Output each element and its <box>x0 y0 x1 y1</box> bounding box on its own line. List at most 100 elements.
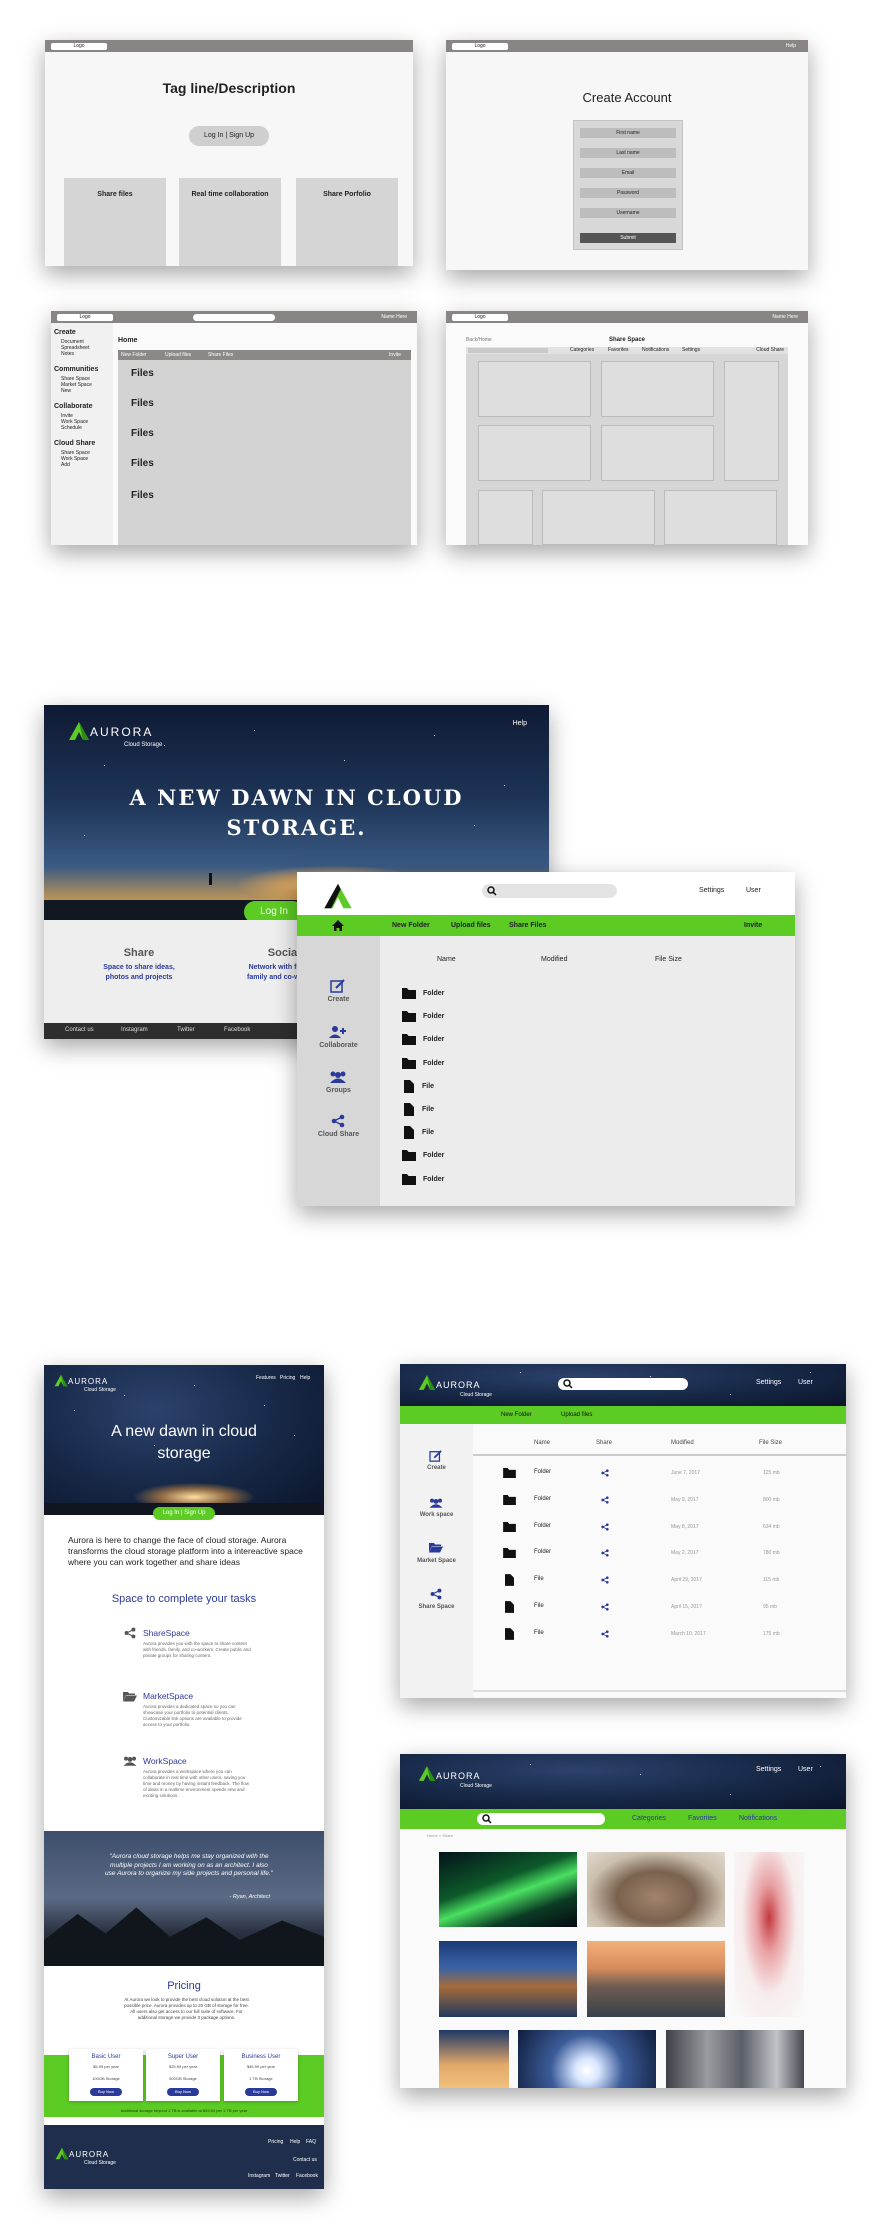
search-input[interactable] <box>558 1378 688 1390</box>
first-name-field[interactable]: First name <box>580 128 676 138</box>
user-link[interactable]: User <box>746 887 761 894</box>
logo[interactable]: Logo <box>51 43 107 50</box>
photo-sunset[interactable] <box>439 2030 509 2088</box>
sidebar-item-market-space[interactable]: Market Space <box>400 1558 473 1564</box>
tab-settings[interactable]: Settings <box>682 347 700 353</box>
column-header[interactable]: Modified <box>671 1440 694 1446</box>
sidebar-item[interactable]: Add <box>61 462 70 468</box>
file-item[interactable]: Files <box>131 368 154 379</box>
add-user-icon[interactable] <box>329 1025 347 1039</box>
sidebar-heading-communities[interactable]: Communities <box>54 366 98 373</box>
sidebar-item[interactable]: Notes <box>61 351 74 357</box>
table-row[interactable]: Folder June 7, 2017 125 mb <box>473 1467 846 1481</box>
footer-link[interactable]: Contact us <box>65 1027 94 1033</box>
username-field[interactable]: Username <box>580 208 676 218</box>
sidebar-item-groups[interactable]: Groups <box>297 1087 380 1094</box>
image-placeholder[interactable] <box>542 490 655 545</box>
column-header[interactable]: File Size <box>759 1440 782 1446</box>
image-placeholder[interactable] <box>664 490 777 545</box>
search-input[interactable] <box>468 348 548 353</box>
footer-link[interactable]: Twitter <box>177 1027 195 1033</box>
logo[interactable]: Logo <box>452 43 508 50</box>
share-icon[interactable] <box>601 1603 609 1611</box>
folder-open-icon[interactable] <box>429 1542 443 1553</box>
image-placeholder[interactable] <box>478 490 533 545</box>
sidebar-item-create[interactable]: Create <box>297 996 380 1003</box>
image-placeholder[interactable] <box>724 361 779 481</box>
photo-light-orb[interactable] <box>518 2030 656 2088</box>
file-item[interactable]: Files <box>131 490 154 501</box>
tab-notifications[interactable]: Notifications <box>739 1815 777 1822</box>
tab-notifications[interactable]: Notifications <box>642 347 669 353</box>
invite-button[interactable]: Invite <box>744 922 762 929</box>
upload-files-button[interactable]: Upload files <box>451 922 491 929</box>
share-icon[interactable] <box>331 1114 345 1128</box>
password-field[interactable]: Password <box>580 188 676 198</box>
email-field[interactable]: Email <box>580 168 676 178</box>
photo-castle[interactable] <box>587 1941 725 2017</box>
table-row[interactable]: Folder May 9, 2017 800 mb <box>473 1494 846 1508</box>
share-icon[interactable] <box>601 1549 609 1557</box>
login-button[interactable]: Log In | Sign Up <box>189 126 269 146</box>
social-link[interactable]: Facebook <box>296 2173 318 2179</box>
groups-icon[interactable] <box>428 1497 444 1509</box>
column-header[interactable]: File Size <box>655 956 682 963</box>
tab-categories[interactable]: Categories <box>570 347 594 353</box>
photo-aurora[interactable] <box>439 1852 577 1927</box>
user-link[interactable]: User <box>798 1379 813 1386</box>
cloud-share-link[interactable]: Cloud Share <box>756 347 784 353</box>
image-placeholder[interactable] <box>601 361 714 417</box>
sidebar-item-create[interactable]: Create <box>400 1465 473 1471</box>
table-row[interactable]: File <box>380 1079 795 1094</box>
share-icon[interactable] <box>601 1496 609 1504</box>
aurora-logo-icon[interactable] <box>418 1765 436 1782</box>
share-files-button[interactable]: Share Files <box>208 352 233 358</box>
column-header[interactable]: Share <box>596 1440 612 1446</box>
table-row[interactable]: File April 15, 2017 95 mb <box>473 1601 846 1615</box>
table-row[interactable]: Folder <box>380 1057 795 1071</box>
aurora-logo-icon[interactable] <box>323 882 353 910</box>
user-name[interactable]: Name Here <box>772 314 798 320</box>
new-folder-button[interactable]: New Folder <box>392 922 430 929</box>
table-row[interactable]: Folder <box>380 1033 795 1047</box>
image-placeholder[interactable] <box>601 425 714 481</box>
home-icon[interactable] <box>331 919 345 932</box>
table-row[interactable]: Folder <box>380 1149 795 1163</box>
settings-link[interactable]: Settings <box>756 1766 781 1773</box>
file-item[interactable]: Files <box>131 398 154 409</box>
footer-link[interactable]: Pricing <box>268 2139 283 2145</box>
table-row[interactable]: Folder May 2, 2017 780 mb <box>473 1547 846 1561</box>
file-item[interactable]: Files <box>131 428 154 439</box>
sidebar-item-work-space[interactable]: Work space <box>400 1512 473 1518</box>
table-row[interactable]: Folder <box>380 1010 795 1024</box>
sidebar-heading-cloud-share[interactable]: Cloud Share <box>54 440 95 447</box>
share-files-button[interactable]: Share Files <box>509 922 546 929</box>
column-header[interactable]: Name <box>534 1440 550 1446</box>
table-row[interactable]: Folder <box>380 1173 795 1187</box>
buy-now-button[interactable]: Buy Now <box>90 2088 122 2096</box>
table-row[interactable]: Folder <box>380 987 795 1001</box>
column-header[interactable]: Modified <box>541 956 567 963</box>
sidebar-item-share-space[interactable]: Share Space <box>400 1604 473 1610</box>
social-link[interactable]: Twitter <box>275 2173 290 2179</box>
login-button[interactable]: Log In | Sign Up <box>153 1507 215 1520</box>
contact-link[interactable]: Contact us <box>293 2157 317 2163</box>
share-icon[interactable] <box>601 1469 609 1477</box>
sidebar-heading-create[interactable]: Create <box>54 329 76 336</box>
new-folder-button[interactable]: New Folder <box>121 352 147 358</box>
nav-link[interactable]: Help <box>300 1375 310 1381</box>
aurora-logo-icon[interactable] <box>55 2147 69 2160</box>
settings-link[interactable]: Settings <box>699 887 724 894</box>
sidebar-item[interactable]: Schedule <box>61 425 82 431</box>
tab-categories[interactable]: Categories <box>632 1815 666 1822</box>
share-icon[interactable] <box>601 1522 609 1531</box>
logo[interactable]: Logo <box>57 314 113 321</box>
photo-walruses[interactable] <box>587 1852 725 1927</box>
sidebar-heading-collaborate[interactable]: Collaborate <box>54 403 93 410</box>
sidebar-item-collaborate[interactable]: Collaborate <box>297 1042 380 1049</box>
aurora-logo-icon[interactable] <box>68 721 90 741</box>
search-input[interactable] <box>477 1813 605 1825</box>
share-icon[interactable] <box>601 1630 609 1638</box>
new-folder-button[interactable]: New Folder <box>501 1412 532 1418</box>
social-link[interactable]: Instagram <box>248 2173 270 2179</box>
